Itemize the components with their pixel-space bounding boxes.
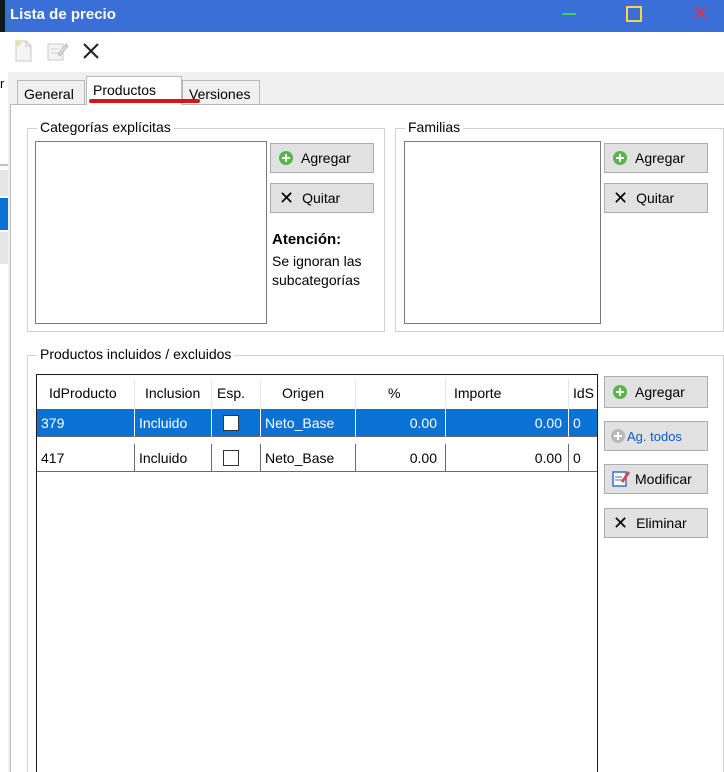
cell-pct: 0.00 <box>356 444 446 472</box>
productos-modify-label: Modificar <box>635 471 692 487</box>
familias-listbox[interactable] <box>404 141 601 324</box>
cell-ids: 0 <box>569 444 597 472</box>
productos-add-label: Agregar <box>635 384 685 400</box>
cell-idproducto: 417 <box>37 444 135 472</box>
column-header-ids[interactable]: IdS <box>569 379 597 407</box>
new-document-icon[interactable] <box>10 38 36 64</box>
cell-idproducto: 379 <box>37 409 135 437</box>
column-header-pct[interactable]: % <box>356 379 446 407</box>
delete-icon[interactable] <box>78 38 104 64</box>
background-window-text: r <box>0 76 5 91</box>
column-header-origen[interactable]: Origen <box>261 379 356 407</box>
categorias-listbox[interactable] <box>35 141 267 324</box>
add-icon <box>279 151 293 165</box>
close-button[interactable]: ✕ <box>676 0 724 32</box>
categorias-add-button[interactable]: Agregar <box>270 143 374 173</box>
cell-importe: 0.00 <box>446 409 569 437</box>
column-header-inclusion[interactable]: Inclusion <box>135 379 212 407</box>
productos-delete-label: Eliminar <box>636 515 687 531</box>
table-row[interactable]: 379 Incluido Neto_Base 0.00 0.00 0 <box>37 409 597 437</box>
productos-group-title: Productos incluidos / excluidos <box>37 346 235 362</box>
add-icon <box>613 151 627 165</box>
tab-general[interactable]: General <box>17 80 85 104</box>
add-all-icon <box>611 429 625 443</box>
grid-header: IdProducto Inclusion Esp. Origen % Impor… <box>37 379 597 407</box>
remove-icon: ✕ <box>613 188 629 208</box>
cell-ids: 0 <box>569 409 597 437</box>
remove-icon: ✕ <box>279 188 295 208</box>
categorias-note-line: Se ignoran las <box>272 253 362 269</box>
background-window-sliver <box>0 72 8 772</box>
productos-grid: IdProducto Inclusion Esp. Origen % Impor… <box>36 374 598 772</box>
familias-add-button[interactable]: Agregar <box>604 143 708 173</box>
maximize-button[interactable] <box>612 0 656 32</box>
window-title: Lista de precio <box>10 6 116 23</box>
edit-icon <box>611 468 631 491</box>
categorias-remove-label: Quitar <box>302 190 341 206</box>
familias-remove-button[interactable]: ✕ Quitar <box>604 183 708 213</box>
column-header-esp[interactable]: Esp. <box>212 379 261 407</box>
cell-esp <box>212 444 261 472</box>
cell-origen: Neto_Base <box>261 444 356 472</box>
categorias-note-title: Atención: <box>272 231 342 248</box>
categorias-note-line: subcategorías <box>272 272 360 288</box>
add-icon <box>613 385 627 399</box>
cell-esp <box>212 409 261 437</box>
minimize-button[interactable] <box>548 0 592 32</box>
cell-inclusion: Incluido <box>135 444 212 472</box>
productos-add-all-button[interactable]: Ag. todos <box>604 421 708 451</box>
column-header-idproducto[interactable]: IdProducto <box>37 379 135 407</box>
background-window-edge <box>0 0 5 32</box>
cell-pct: 0.00 <box>356 409 446 437</box>
categorias-remove-button[interactable]: ✕ Quitar <box>270 183 374 213</box>
delete-icon: ✕ <box>613 513 629 533</box>
table-row[interactable]: 417 Incluido Neto_Base 0.00 0.00 0 <box>37 444 597 472</box>
column-header-importe[interactable]: Importe <box>446 379 569 407</box>
productos-add-all-label: Ag. todos <box>627 428 682 444</box>
title-bar: Lista de precio ✕ <box>0 0 724 32</box>
familias-remove-label: Quitar <box>636 190 675 206</box>
cell-inclusion: Incluido <box>135 409 212 437</box>
familias-group-title: Familias <box>405 119 464 135</box>
productos-delete-button[interactable]: ✕ Eliminar <box>604 508 708 538</box>
productos-modify-button[interactable]: Modificar <box>604 464 708 494</box>
toolbar <box>0 32 724 72</box>
familias-add-label: Agregar <box>635 150 685 166</box>
categorias-group-title: Categorías explícitas <box>37 119 174 135</box>
active-tab-marker <box>89 99 200 103</box>
categorias-add-label: Agregar <box>301 150 351 166</box>
esp-checkbox[interactable] <box>223 415 239 431</box>
esp-checkbox[interactable] <box>223 450 239 466</box>
edit-document-icon[interactable] <box>44 38 70 64</box>
cell-importe: 0.00 <box>446 444 569 472</box>
productos-add-button[interactable]: Agregar <box>604 376 708 408</box>
cell-origen: Neto_Base <box>261 409 356 437</box>
